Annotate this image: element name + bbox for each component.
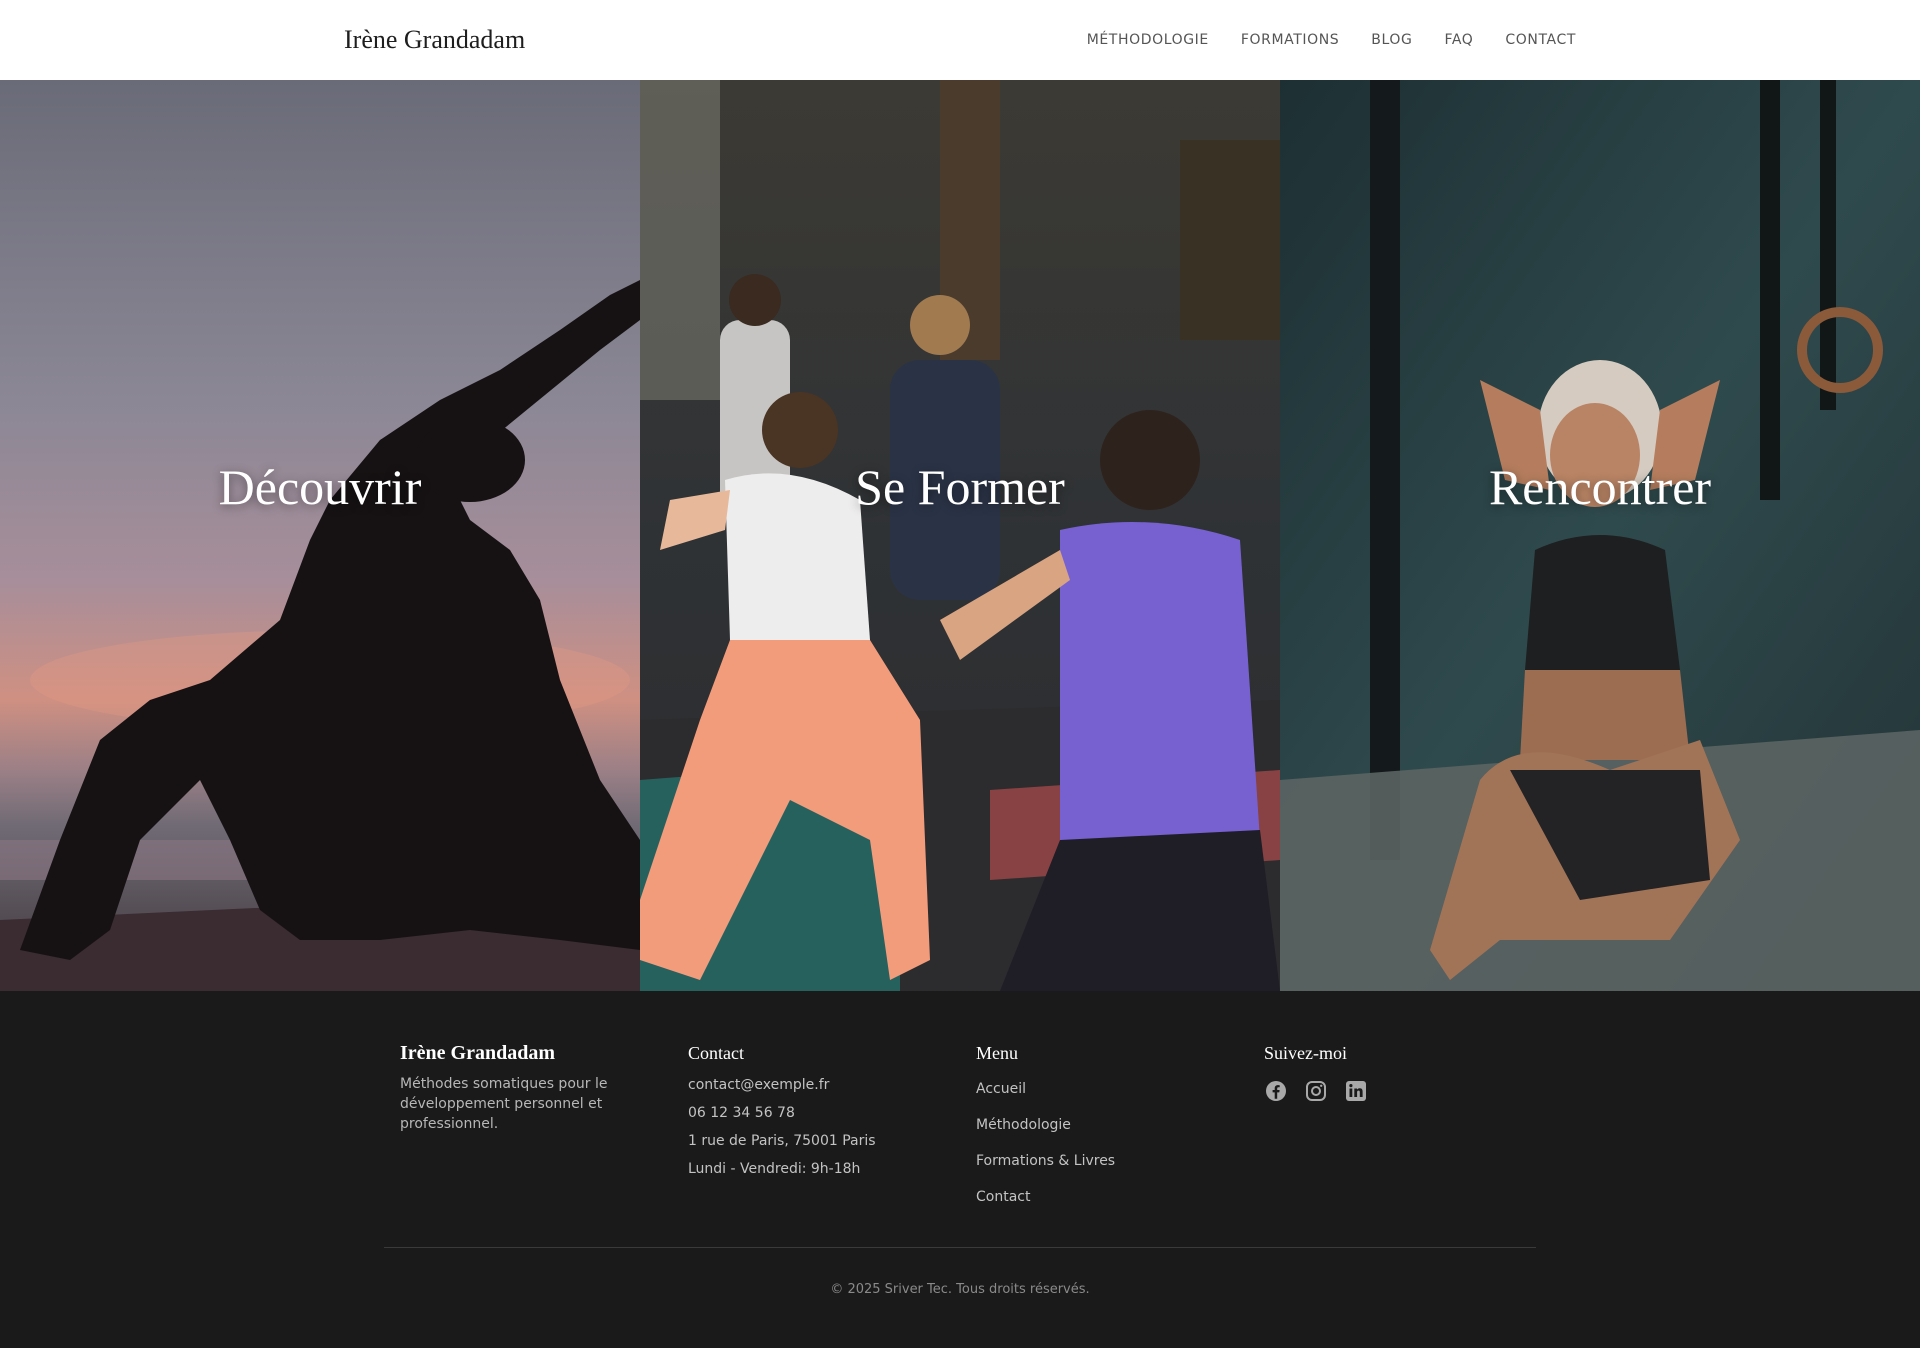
footer-menu-title: Menu xyxy=(976,1043,1018,1063)
contact-hours: Lundi - Vendredi: 9h-18h xyxy=(688,1161,861,1177)
footer-brand-description: Méthodes somatiques pour le développemen… xyxy=(400,1076,608,1132)
contact-email-link[interactable]: contact@exemple.fr xyxy=(688,1075,876,1095)
panel-title-se-former: Se Former xyxy=(855,459,1065,515)
sunset-yoga-image xyxy=(0,80,640,991)
contact-address: 1 rue de Paris, 75001 Paris xyxy=(688,1133,876,1149)
site-header: Irène Grandadam MÉTHODOLOGIE FORMATIONS … xyxy=(0,0,1920,80)
social-links xyxy=(1264,1079,1368,1103)
nav-link-faq[interactable]: FAQ xyxy=(1444,32,1473,48)
footer-menu-formations-livres[interactable]: Formations & Livres xyxy=(976,1151,1115,1171)
contact-phone: 06 12 34 56 78 xyxy=(688,1105,795,1121)
footer-social-title: Suivez-moi xyxy=(1264,1043,1347,1063)
nav-link-contact[interactable]: CONTACT xyxy=(1505,32,1576,48)
footer-social-column: Suivez-moi xyxy=(1264,1041,1368,1103)
footer-brand-column: Irène Grandadam Méthodes somatiques pour… xyxy=(400,1041,620,1134)
hero-panels: Découvrir Se Former Rencontrer xyxy=(0,80,1920,991)
footer-menu-contact[interactable]: Contact xyxy=(976,1187,1115,1207)
nav-link-formations[interactable]: FORMATIONS xyxy=(1241,32,1339,48)
footer-menu-accueil[interactable]: Accueil xyxy=(976,1079,1115,1099)
panel-title-decouvrir: Découvrir xyxy=(218,459,422,515)
panel-title-rencontrer: Rencontrer xyxy=(1488,459,1712,515)
footer-contact-title: Contact xyxy=(688,1043,744,1063)
footer-contact-column: Contact contact@exemple.fr 06 12 34 56 7… xyxy=(688,1041,876,1179)
gym-workout-image xyxy=(1280,80,1920,991)
footer-menu-column: Menu Accueil Méthodologie Formations & L… xyxy=(976,1041,1115,1207)
linkedin-icon[interactable] xyxy=(1344,1079,1368,1103)
nav-link-methodologie[interactable]: MÉTHODOLOGIE xyxy=(1087,32,1209,48)
main-nav: MÉTHODOLOGIE FORMATIONS BLOG FAQ CONTACT xyxy=(1087,0,1576,80)
footer-brand-title: Irène Grandadam xyxy=(400,1042,555,1064)
footer-menu-methodologie[interactable]: Méthodologie xyxy=(976,1115,1115,1135)
panel-se-former[interactable]: Se Former xyxy=(640,80,1280,991)
panel-decouvrir[interactable]: Découvrir xyxy=(0,80,640,991)
instagram-icon[interactable] xyxy=(1304,1079,1328,1103)
site-logo[interactable]: Irène Grandadam xyxy=(344,24,525,56)
site-footer: Irène Grandadam Méthodes somatiques pour… xyxy=(0,991,1920,1348)
yoga-class-image xyxy=(640,80,1280,991)
facebook-icon[interactable] xyxy=(1264,1079,1288,1103)
copyright-text: © 2025 Sriver Tec. Tous droits réservés. xyxy=(830,1282,1090,1297)
footer-divider xyxy=(384,1247,1536,1248)
nav-link-blog[interactable]: BLOG xyxy=(1371,32,1412,48)
panel-rencontrer[interactable]: Rencontrer xyxy=(1280,80,1920,991)
